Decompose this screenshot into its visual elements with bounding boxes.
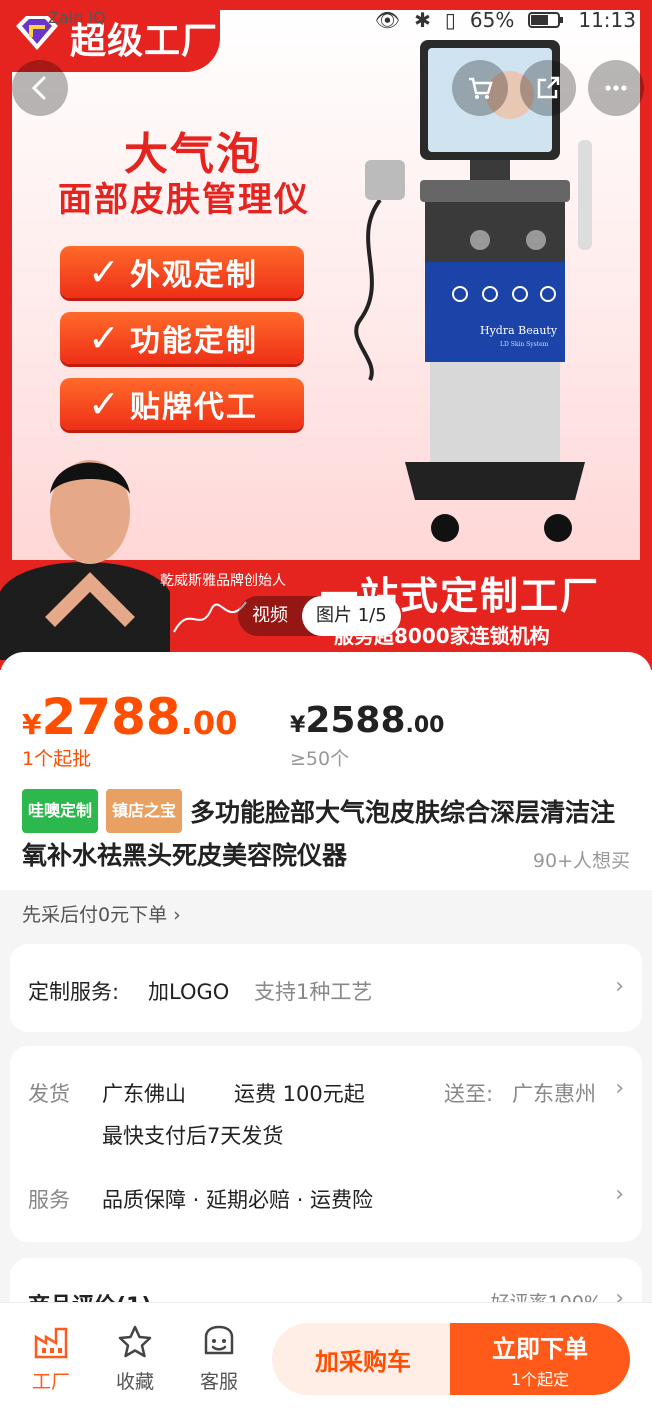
feature-pill: ✓ 贴牌代工 — [60, 378, 304, 430]
nav-label: 工厂 — [31, 1371, 70, 1393]
nav-factory[interactable]: 工厂 — [16, 1323, 86, 1394]
vibrate-icon: ▯ — [444, 8, 456, 32]
feature-pill-label: 贴牌代工 — [129, 390, 258, 425]
service-value[interactable]: 品质保障 · 延期必赔 · 运费险 — [102, 1184, 373, 1214]
shipping-eta: 最快支付后7天发货 — [102, 1124, 284, 1148]
more-dots-icon — [605, 85, 627, 91]
more-button[interactable] — [588, 60, 644, 116]
product-gallery[interactable]: Hydra Beauty LD Skin System 超级工厂 Zain IQ… — [0, 0, 652, 670]
checkmark-icon: ✓ — [88, 250, 120, 294]
shipping-fee: 运费 100元起 — [234, 1082, 365, 1106]
custom-service-note: 支持1种工艺 — [254, 980, 373, 1004]
star-icon — [118, 1325, 152, 1358]
ship-to-value[interactable]: 广东惠州 — [512, 1078, 596, 1108]
chevron-right-icon: › — [173, 904, 181, 926]
ship-to-label: 送至: — [444, 1082, 494, 1106]
battery-icon — [528, 12, 564, 28]
min-order-note: 1个起批 — [22, 748, 92, 770]
feature-pill-label: 功能定制 — [129, 324, 258, 359]
buy-now-note: 1个起定 — [510, 1369, 570, 1389]
want-count: 90+人想买 — [532, 850, 630, 872]
tier-quantity-note: ≥50个 — [290, 748, 350, 770]
nav-label: 收藏 — [115, 1371, 154, 1393]
customer-service-icon — [204, 1325, 234, 1355]
checkmark-icon: ✓ — [88, 382, 120, 426]
feature-pill: ✓ 外观定制 — [60, 246, 304, 298]
custom-service-row[interactable]: 定制服务: 加LOGO 支持1种工艺 › — [10, 944, 642, 1032]
status-carrier: Zain IQ — [48, 8, 106, 27]
currency-symbol: ¥ — [22, 708, 42, 741]
chevron-left-icon — [31, 76, 46, 100]
feature-pill: ✓ 功能定制 — [60, 312, 304, 364]
clock: 11:13 — [578, 8, 636, 32]
tab-images[interactable]: 图片 1/5 — [302, 596, 401, 636]
back-button[interactable] — [12, 60, 68, 116]
checkmark-icon: ✓ — [88, 316, 120, 360]
price-decimal: .00 — [405, 713, 445, 738]
factory-icon — [34, 1327, 68, 1359]
nav-customer-service[interactable]: 客服 — [184, 1323, 254, 1394]
feature-pill-label: 外观定制 — [129, 258, 258, 293]
bottom-action-bar: 工厂 收藏 客服 加采购车 立即下单 1个起定 — [0, 1302, 652, 1412]
nav-favorite[interactable]: 收藏 — [100, 1323, 170, 1394]
chevron-right-icon: › — [615, 974, 624, 999]
custom-service-value: 加LOGO — [148, 980, 230, 1004]
tag-best: 镇店之宝 — [106, 789, 183, 833]
buy-now-button[interactable]: 立即下单 1个起定 — [450, 1323, 630, 1395]
pay-later-label: 先采后付0元下单 — [22, 904, 168, 926]
nav-label: 客服 — [199, 1371, 238, 1393]
price-card: ¥2788.00 1个起批 ¥2588.00 ≥50个 哇噢定制 镇店之宝 多功能脸… — [0, 652, 652, 890]
eye-icon: 👁 — [374, 8, 401, 32]
price-tier: ¥2588.00 — [290, 700, 445, 741]
currency-symbol: ¥ — [290, 713, 306, 738]
buy-now-label: 立即下单 — [492, 1334, 588, 1363]
add-to-cart-button[interactable]: 加采购车 — [272, 1323, 454, 1395]
price-decimal: .00 — [180, 704, 238, 742]
status-bar: 👁 ✱ ▯ 65% 11:13 — [375, 8, 636, 32]
price-integer: 2788 — [41, 688, 181, 746]
media-switch: 视频 图片 1/5 — [238, 596, 401, 636]
machine-sub-label: LD Skin System — [500, 341, 549, 348]
cart-icon — [469, 77, 493, 99]
chevron-right-icon[interactable]: › — [615, 1182, 624, 1207]
pay-later-link[interactable]: 先采后付0元下单 › — [22, 900, 181, 927]
hero-subtitle: 面部皮肤管理仪 — [58, 180, 310, 220]
chevron-right-icon[interactable]: › — [615, 1076, 624, 1101]
bluetooth-icon: ✱ — [414, 8, 431, 32]
machine-brand-label: Hydra Beauty — [480, 324, 558, 337]
founder-photo — [0, 460, 170, 660]
tab-video[interactable]: 视频 — [238, 596, 302, 636]
battery-percent: 65% — [469, 8, 515, 32]
share-button[interactable] — [520, 60, 576, 116]
price-main: ¥2788.00 — [22, 688, 237, 746]
shipping-label: 发货 — [28, 1082, 70, 1106]
service-label: 服务 — [28, 1188, 70, 1212]
share-icon — [537, 76, 560, 99]
price-integer: 2588 — [305, 700, 406, 741]
shipping-panel: 发货 广东佛山 运费 100元起 送至: 广东惠州 › 最快支付后7天发货 服务… — [10, 1046, 642, 1242]
tag-custom: 哇噢定制 — [22, 789, 99, 833]
custom-service-label: 定制服务: — [28, 980, 120, 1004]
founder-label: 乾威斯雅品牌创始人 — [160, 573, 286, 589]
beauty-machine-image: Hydra Beauty LD Skin System — [354, 40, 592, 542]
shipping-origin: 广东佛山 — [102, 1082, 186, 1106]
cart-button[interactable] — [452, 60, 508, 116]
